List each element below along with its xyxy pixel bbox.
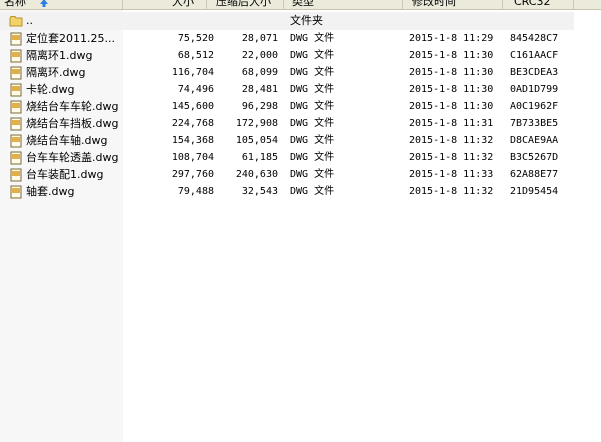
file-row[interactable]: 烧结台车车轮.dwg 145,600 96,298 DWG 文件 2015-1-… [0,98,601,115]
file-compressed-size: 240,630 [235,169,278,180]
file-type: DWG 文件 [290,152,335,163]
dwg-file-icon [10,32,22,46]
column-resize-handle[interactable] [122,0,123,9]
file-row[interactable]: 台车装配1.dwg 297,760 240,630 DWG 文件 2015-1-… [0,166,601,183]
file-compressed-size: 32,543 [241,186,278,197]
file-modified: 2015-1-8 11:30 [409,84,494,95]
file-modified: 2015-1-8 11:32 [409,152,494,163]
file-crc: 21D95454 [510,186,559,197]
file-size: 75,520 [177,33,214,44]
column-header-size[interactable]: 大小 [172,0,194,9]
file-crc: BE3CDEA3 [510,67,559,78]
column-header-crc[interactable]: CRC32 [514,0,550,9]
file-modified: 2015-1-8 11:30 [409,67,494,78]
file-type: DWG 文件 [290,101,335,112]
file-compressed-size: 22,000 [241,50,278,61]
file-size: 297,760 [171,169,214,180]
file-row[interactable]: 台车车轮透盖.dwg 108,704 61,185 DWG 文件 2015-1-… [0,149,601,166]
column-header-type[interactable]: 类型 [292,0,314,9]
file-modified: 2015-1-8 11:32 [409,135,494,146]
file-crc: 845428C7 [510,33,559,44]
file-size: 68,512 [177,50,214,61]
file-type: DWG 文件 [290,169,335,180]
file-modified: 2015-1-8 11:30 [409,50,494,61]
file-type: DWG 文件 [290,186,335,197]
dwg-file-icon [10,117,22,131]
dwg-file-icon [10,66,22,80]
file-row[interactable]: 烧结台车轴.dwg 154,368 105,054 DWG 文件 2015-1-… [0,132,601,149]
dwg-file-icon [10,100,22,114]
column-resize-handle[interactable] [502,0,503,9]
dwg-file-icon [10,151,22,165]
file-name: 烧结台车挡板.dwg [26,117,119,130]
file-crc: A0C1962F [510,101,559,112]
parent-folder-row[interactable]: .. 文件夹 [0,12,601,29]
column-resize-handle[interactable] [283,0,284,9]
dwg-file-icon [10,134,22,148]
file-name: 台车车轮透盖.dwg [26,151,119,164]
file-compressed-size: 28,481 [241,84,278,95]
file-modified: 2015-1-8 11:33 [409,169,494,180]
file-modified: 2015-1-8 11:31 [409,118,494,129]
column-header-modified[interactable]: 修改时间 [412,0,456,9]
file-row[interactable]: 卡轮.dwg 74,496 28,481 DWG 文件 2015-1-8 11:… [0,81,601,98]
file-name: 轴套.dwg [26,185,75,198]
file-row[interactable]: 定位套2011.25... 75,520 28,071 DWG 文件 2015-… [0,30,601,47]
file-crc: B3C5267D [510,152,559,163]
dwg-file-icon [10,168,22,182]
file-name: 烧结台车车轮.dwg [26,100,119,113]
file-size: 154,368 [171,135,214,146]
file-name: 隔离环1.dwg [26,49,93,62]
column-resize-handle[interactable] [573,0,574,9]
file-modified: 2015-1-8 11:29 [409,33,494,44]
file-modified: 2015-1-8 11:32 [409,186,494,197]
dwg-file-icon [10,185,22,199]
column-resize-handle[interactable] [206,0,207,9]
column-resize-handle[interactable] [402,0,403,9]
file-size: 224,768 [171,118,214,129]
file-row[interactable]: 隔离环1.dwg 68,512 22,000 DWG 文件 2015-1-8 1… [0,47,601,64]
file-compressed-size: 96,298 [241,101,278,112]
file-crc: D8CAE9AA [510,135,559,146]
file-modified: 2015-1-8 11:30 [409,101,494,112]
file-size: 116,704 [171,67,214,78]
sort-ascending-icon [40,0,48,7]
file-crc: 62A88E77 [510,169,559,180]
file-name: 定位套2011.25... [26,32,115,45]
file-compressed-size: 105,054 [235,135,278,146]
file-size: 145,600 [171,101,214,112]
file-type: DWG 文件 [290,67,335,78]
file-crc: 7B733BE5 [510,118,559,129]
file-row[interactable]: 轴套.dwg 79,488 32,543 DWG 文件 2015-1-8 11:… [0,183,601,200]
file-size: 79,488 [177,186,214,197]
file-crc: C161AACF [510,50,559,61]
file-compressed-size: 68,099 [241,67,278,78]
file-compressed-size: 28,071 [241,33,278,44]
folder-icon [9,16,23,27]
file-name: 隔离环.dwg [26,66,86,79]
file-compressed-size: 172,908 [235,118,278,129]
file-crc: 0AD1D799 [510,84,559,95]
column-header: 名称 大小 压缩后大小 类型 修改时间 CRC32 [0,0,601,10]
file-name: 卡轮.dwg [26,83,75,96]
file-name: 烧结台车轴.dwg [26,134,108,147]
file-type: DWG 文件 [290,33,335,44]
file-size: 74,496 [177,84,214,95]
dwg-file-icon [10,49,22,63]
column-header-name[interactable]: 名称 [4,0,26,9]
column-header-compressed[interactable]: 压缩后大小 [216,0,271,9]
file-row[interactable]: 隔离环.dwg 116,704 68,099 DWG 文件 2015-1-8 1… [0,64,601,81]
parent-folder-type: 文件夹 [290,14,323,27]
file-name: 台车装配1.dwg [26,168,104,181]
file-type: DWG 文件 [290,84,335,95]
parent-folder-name: .. [26,14,33,27]
file-type: DWG 文件 [290,118,335,129]
dwg-file-icon [10,83,22,97]
file-type: DWG 文件 [290,135,335,146]
file-row[interactable]: 烧结台车挡板.dwg 224,768 172,908 DWG 文件 2015-1… [0,115,601,132]
file-size: 108,704 [171,152,214,163]
file-compressed-size: 61,185 [241,152,278,163]
file-type: DWG 文件 [290,50,335,61]
